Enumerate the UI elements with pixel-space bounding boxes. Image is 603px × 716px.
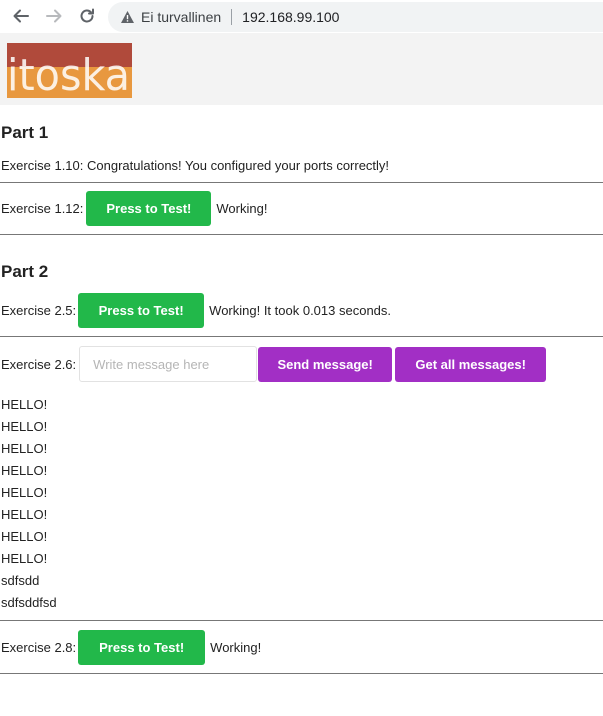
exercise-2-6-row: Exercise 2.6: Send message! Get all mess… <box>0 345 603 383</box>
message-item: HELLO! <box>1 419 48 434</box>
message-item: HELLO! <box>1 507 48 522</box>
exercise-2-5-row: Exercise 2.5: Press to Test! Working! It… <box>0 292 603 329</box>
url-text[interactable]: 192.168.99.100 <box>242 9 339 25</box>
divider <box>0 234 603 235</box>
forward-button[interactable] <box>43 5 65 27</box>
exercise-2-5-test-button[interactable]: Press to Test! <box>78 293 205 328</box>
address-bar[interactable]: Ei turvallinen 192.168.99.100 <box>108 2 603 32</box>
message-item: HELLO! <box>1 485 48 500</box>
message-item: HELLO! <box>1 551 48 566</box>
exercise-1-10-text: Exercise 1.10: Congratulations! You conf… <box>1 157 390 173</box>
message-item: sdfsdd <box>1 573 40 588</box>
message-item: HELLO! <box>1 529 48 544</box>
exercise-1-10-row: Exercise 1.10: Congratulations! You conf… <box>0 155 603 175</box>
logo: itoska <box>7 43 132 103</box>
exercise-1-12-status: Working! <box>216 201 268 216</box>
reload-icon <box>80 8 94 23</box>
part1-title: Part 1 <box>1 123 49 142</box>
exercise-2-8-status: Working! <box>210 639 262 655</box>
divider <box>0 336 603 337</box>
site-header: itoska <box>0 33 603 105</box>
message-item: HELLO! <box>1 441 48 456</box>
browser-toolbar: Ei turvallinen 192.168.99.100 <box>0 0 603 33</box>
exercise-2-8-test-button[interactable]: Press to Test! <box>78 629 206 665</box>
exercise-2-6-label: Exercise 2.6: <box>1 356 77 372</box>
exercise-2-8-row: Exercise 2.8: Press to Test! Working! <box>0 621 603 673</box>
message-list: HELLO! HELLO! HELLO! HELLO! HELLO! HELLO… <box>0 394 603 614</box>
exercise-2-8-label: Exercise 2.8: <box>1 639 77 655</box>
message-item: HELLO! <box>1 397 48 412</box>
exercise-1-12-test-button[interactable]: Press to Test! <box>86 191 212 226</box>
message-input[interactable] <box>79 346 258 382</box>
back-button[interactable] <box>10 5 32 27</box>
get-all-messages-button[interactable]: Get all messages! <box>395 346 547 382</box>
divider <box>0 673 603 674</box>
warning-icon[interactable] <box>119 9 135 25</box>
security-label[interactable]: Ei turvallinen <box>141 9 221 25</box>
reload-button[interactable] <box>76 5 98 27</box>
part2-title: Part 2 <box>1 262 49 281</box>
exercise-2-5-label: Exercise 2.5: <box>1 303 77 318</box>
arrow-right-icon <box>46 9 62 23</box>
message-item: sdfsddfsd <box>1 595 57 610</box>
send-message-button[interactable]: Send message! <box>258 346 393 382</box>
message-item: HELLO! <box>1 463 48 478</box>
address-divider <box>231 9 233 25</box>
exercise-1-12-label: Exercise 1.12: <box>1 201 84 216</box>
svg-text:itoska: itoska <box>7 50 130 98</box>
arrow-left-icon <box>13 9 29 23</box>
exercise-2-5-status: Working! It took 0.013 seconds. <box>209 303 392 318</box>
exercise-1-12-row: Exercise 1.12: Press to Test! Working! <box>0 183 603 234</box>
